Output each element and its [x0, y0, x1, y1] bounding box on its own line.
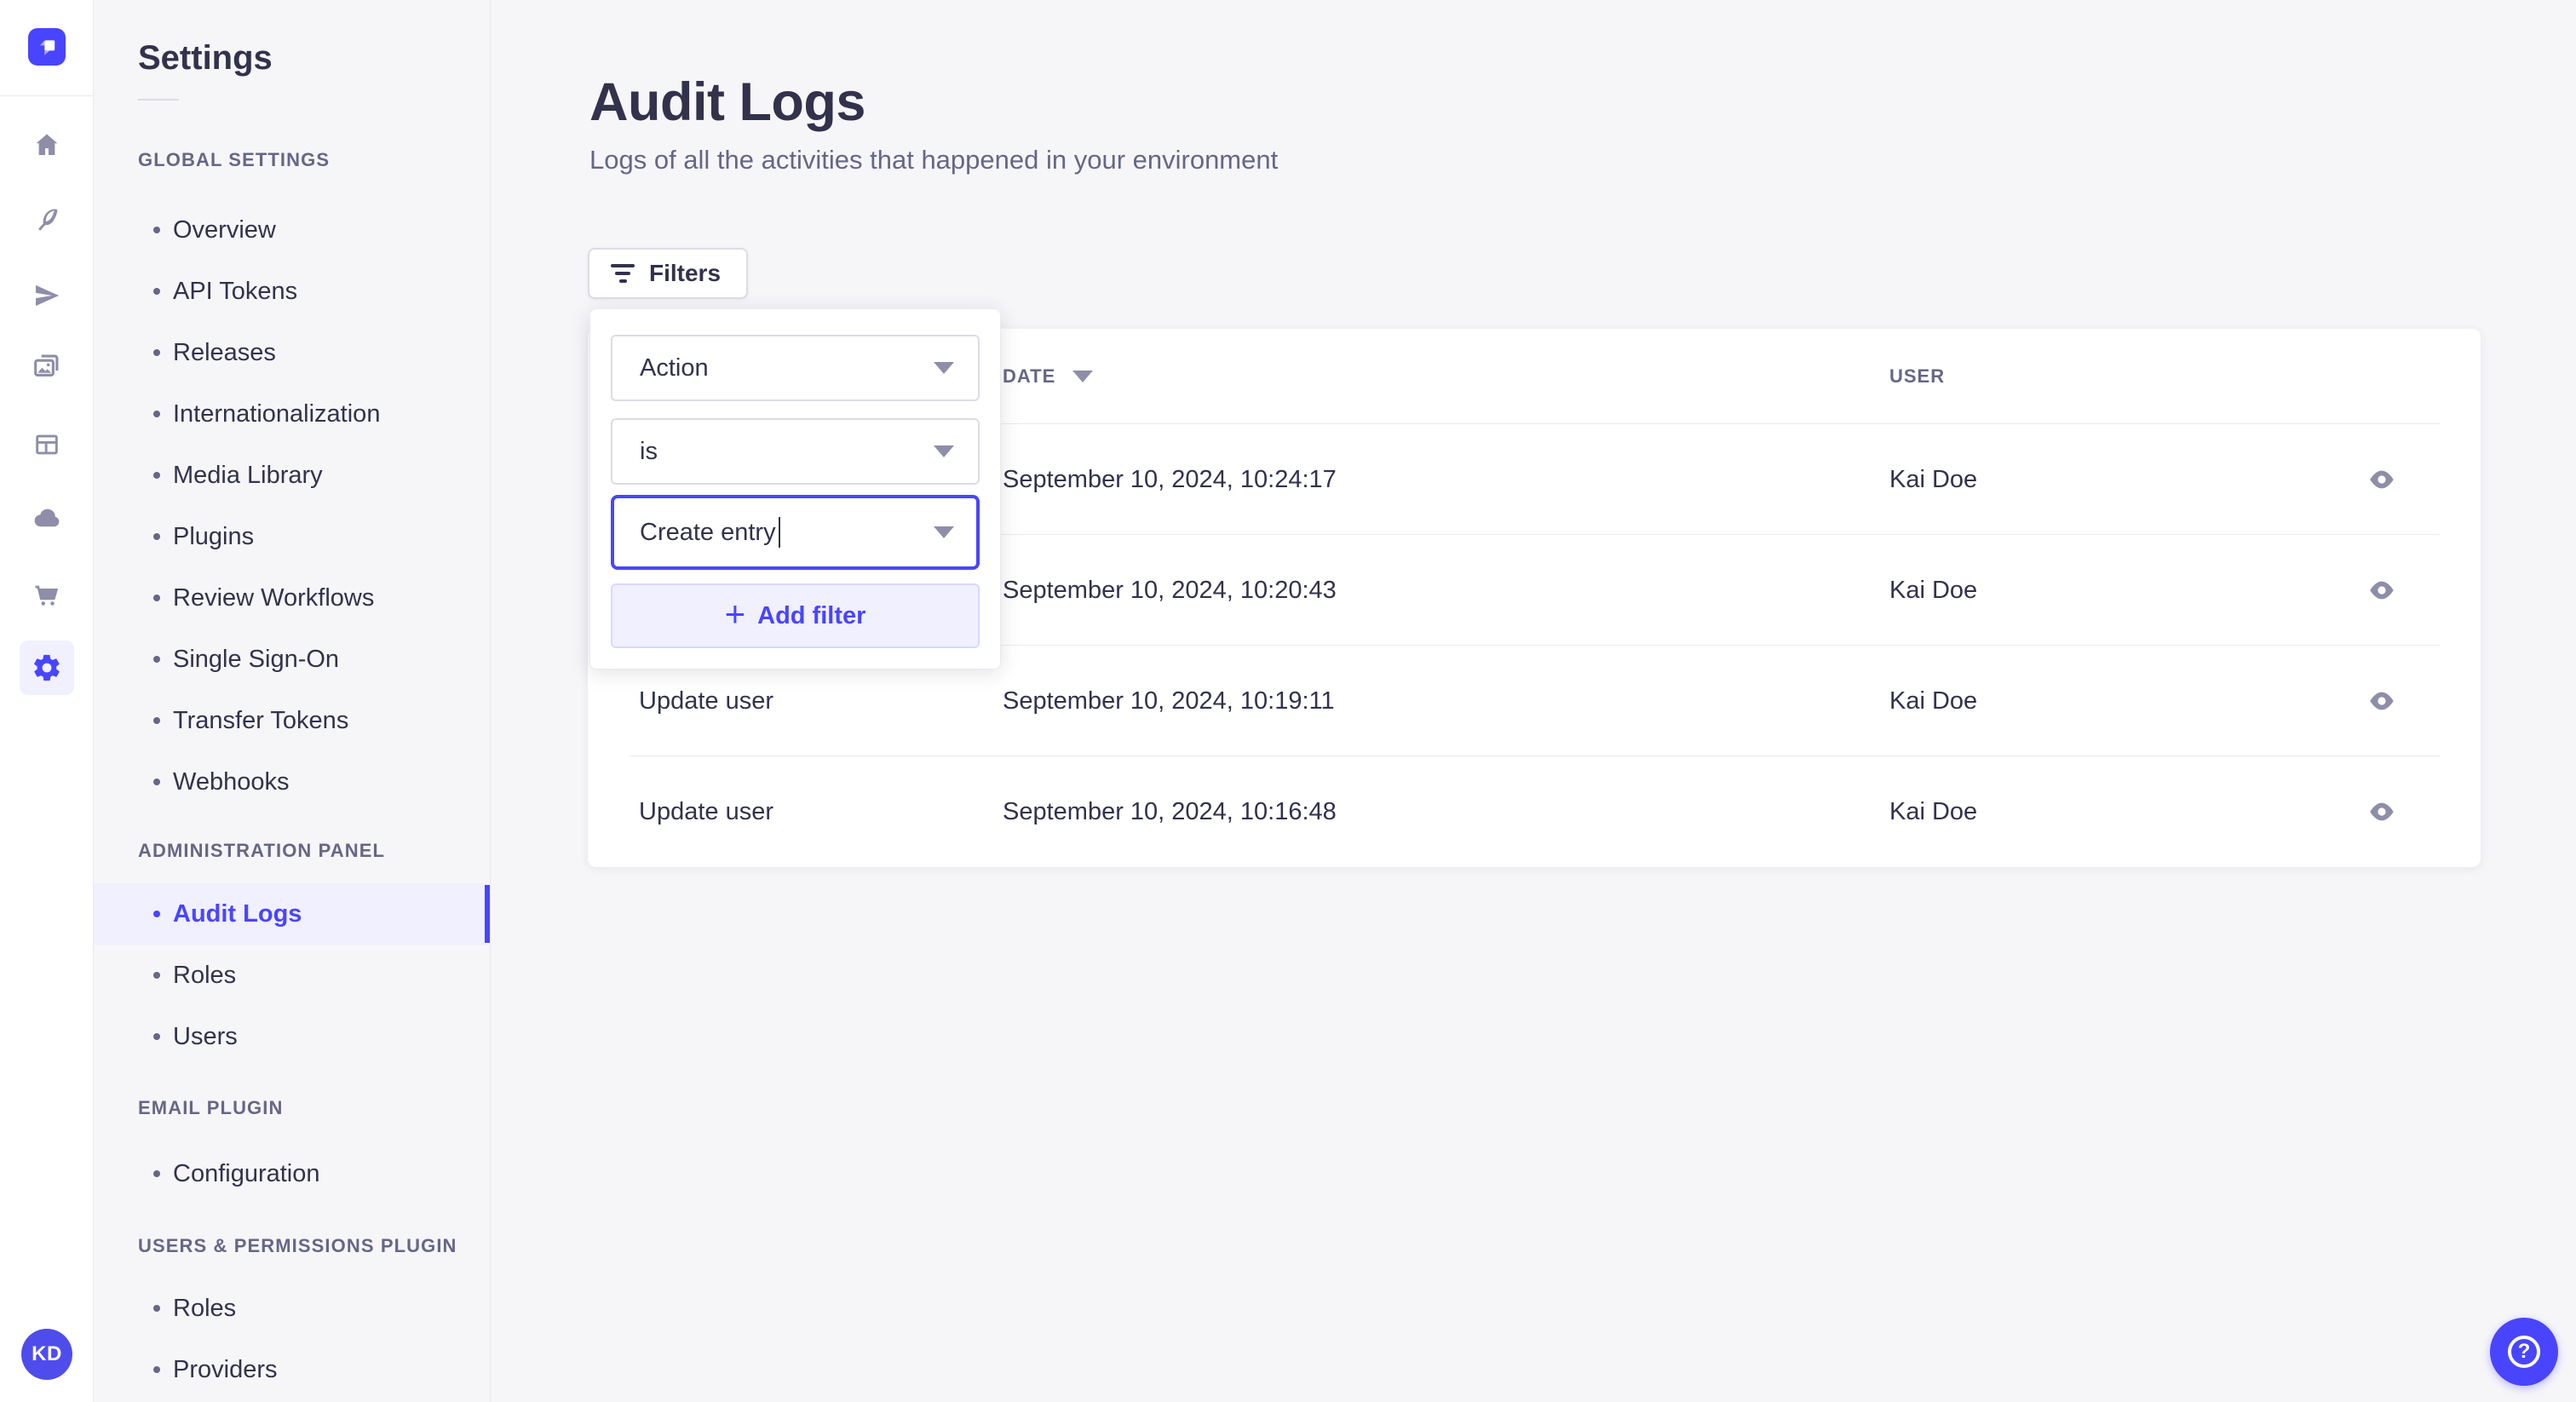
cell-action: Update user	[639, 687, 773, 715]
cell-user: Kai Doe	[1889, 797, 1978, 825]
view-details-eye-icon[interactable]	[2348, 556, 2416, 624]
plus-icon: +	[724, 594, 746, 634]
sidebar-item-admin-roles[interactable]: Roles	[94, 945, 490, 1006]
chevron-down-icon	[934, 445, 954, 457]
sidebar-item-webhooks[interactable]: Webhooks	[94, 751, 490, 813]
cell-date: September 10, 2024, 10:16:48	[1003, 797, 1337, 825]
add-filter-button[interactable]: + Add filter	[611, 583, 980, 648]
filter-field-select[interactable]: Action	[611, 335, 980, 401]
feather-icon[interactable]	[23, 196, 71, 244]
bullet-icon	[153, 227, 160, 233]
strapi-logo[interactable]	[28, 28, 66, 66]
cell-user: Kai Doe	[1889, 465, 1978, 493]
cell-date: September 10, 2024, 10:24:17	[1003, 465, 1337, 493]
bullet-icon	[153, 972, 160, 979]
view-details-eye-icon[interactable]	[2348, 445, 2416, 514]
filter-operator-value: is	[640, 437, 658, 465]
avatar[interactable]: KD	[21, 1329, 72, 1380]
settings-sidebar: Settings GLOBAL SETTINGS Overview API To…	[94, 0, 491, 1402]
bullet-icon	[153, 1170, 160, 1177]
chevron-down-icon	[934, 526, 954, 538]
cell-date: September 10, 2024, 10:19:11	[1003, 687, 1335, 715]
cart-icon[interactable]	[23, 571, 71, 618]
question-mark-icon: ?	[2508, 1336, 2540, 1368]
bullet-icon	[153, 656, 160, 663]
bullet-icon	[153, 1366, 160, 1373]
view-details-eye-icon[interactable]	[2348, 667, 2416, 735]
sidebar-item-overview[interactable]: Overview	[94, 199, 490, 261]
filter-field-value: Action	[640, 353, 709, 382]
home-icon[interactable]	[23, 121, 71, 169]
sidebar-item-up-providers[interactable]: Providers	[94, 1339, 490, 1400]
nav-rail: KD	[0, 0, 94, 1402]
bullet-icon	[153, 717, 160, 724]
sidebar-item-plugins[interactable]: Plugins	[94, 506, 490, 567]
filter-value-text: Create entry	[640, 518, 776, 546]
sort-desc-icon	[1072, 371, 1094, 382]
strapi-logo-icon	[39, 40, 55, 55]
app-screen: KD Settings GLOBAL SETTINGS Overview API…	[0, 0, 2576, 1402]
filter-popover: Action is Create entry + Add filter	[589, 308, 1001, 669]
cell-user: Kai Doe	[1889, 576, 1978, 604]
sidebar-item-email-configuration[interactable]: Configuration	[94, 1143, 490, 1204]
cloud-icon[interactable]	[23, 494, 71, 542]
sidebar-title: Settings	[138, 39, 273, 77]
paper-plane-icon[interactable]	[23, 272, 71, 319]
chevron-down-icon	[934, 362, 954, 374]
sidebar-item-media-library[interactable]: Media Library	[94, 445, 490, 506]
sidebar-item-admin-users[interactable]: Users	[94, 1006, 490, 1067]
sidebar-title-divider	[138, 99, 179, 101]
layout-icon[interactable]	[23, 421, 71, 468]
cell-date: September 10, 2024, 10:20:43	[1003, 576, 1337, 604]
section-global-settings: GLOBAL SETTINGS	[138, 149, 331, 170]
page-subtitle: Logs of all the activities that happened…	[589, 145, 1279, 175]
rail-divider	[0, 95, 94, 96]
bullet-icon	[153, 911, 160, 917]
table-row[interactable]: Update user September 10, 2024, 10:16:48…	[588, 756, 2481, 867]
filters-button-label: Filters	[649, 260, 722, 286]
sidebar-item-single-sign-on[interactable]: Single Sign-On	[94, 629, 490, 690]
bullet-icon	[153, 411, 160, 417]
sidebar-item-releases[interactable]: Releases	[94, 322, 490, 383]
section-administration-panel: ADMINISTRATION PANEL	[138, 840, 386, 861]
sidebar-item-audit-logs[interactable]: Audit Logs	[94, 883, 490, 945]
filter-lines-icon	[610, 264, 635, 283]
cell-user: Kai Doe	[1889, 687, 1978, 715]
cell-action: Update user	[639, 797, 773, 825]
filter-operator-select[interactable]: is	[611, 418, 980, 485]
column-header-date[interactable]: DATE	[1003, 365, 1889, 388]
sidebar-item-api-tokens[interactable]: API Tokens	[94, 261, 490, 322]
help-button[interactable]: ?	[2490, 1318, 2558, 1386]
sidebar-item-review-workflows[interactable]: Review Workflows	[94, 567, 490, 629]
filters-button[interactable]: Filters	[588, 248, 748, 299]
bullet-icon	[153, 349, 160, 356]
bullet-icon	[153, 472, 160, 479]
sidebar-item-transfer-tokens[interactable]: Transfer Tokens	[94, 690, 490, 751]
bullet-icon	[153, 595, 160, 601]
bullet-icon	[153, 1033, 160, 1040]
column-header-user: USER	[1889, 365, 1946, 387]
settings-gear-icon[interactable]	[20, 641, 74, 695]
page-title: Audit Logs	[589, 72, 865, 132]
bullet-icon	[153, 288, 160, 295]
text-cursor	[778, 517, 780, 548]
add-filter-label: Add filter	[757, 601, 866, 629]
bullet-icon	[153, 1305, 160, 1312]
filter-value-combobox[interactable]: Create entry	[611, 495, 980, 570]
sidebar-item-internationalization[interactable]: Internationalization	[94, 383, 490, 445]
bullet-icon	[153, 533, 160, 540]
sidebar-item-up-roles[interactable]: Roles	[94, 1278, 490, 1339]
media-library-icon[interactable]	[23, 342, 71, 390]
section-email-plugin: EMAIL PLUGIN	[138, 1097, 284, 1118]
bullet-icon	[153, 779, 160, 785]
view-details-eye-icon[interactable]	[2348, 778, 2416, 846]
section-users-permissions-plugin: USERS & PERMISSIONS PLUGIN	[138, 1235, 457, 1256]
